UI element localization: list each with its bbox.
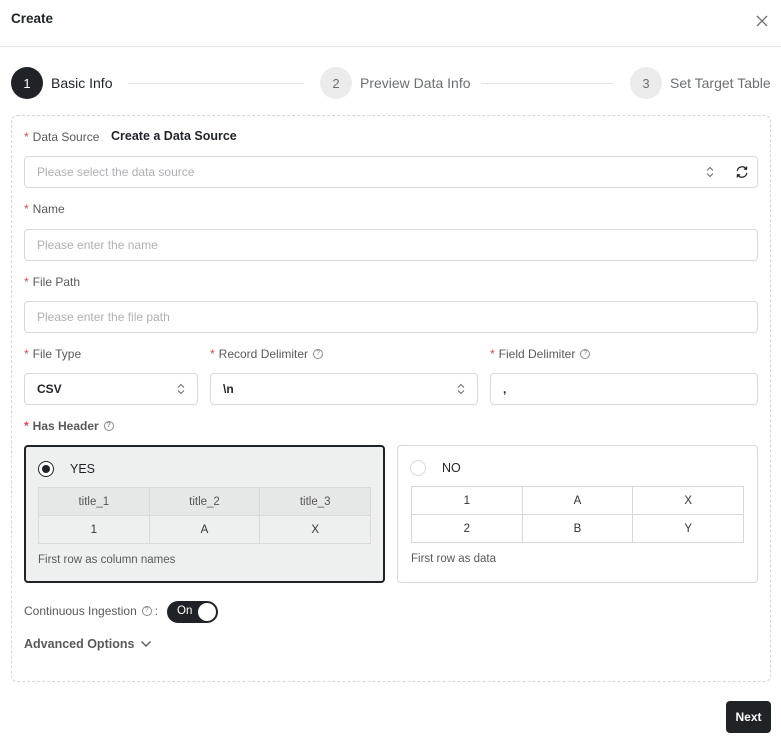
table-cell: X <box>632 486 744 515</box>
step-basic-info: 1 Basic Info <box>11 67 112 99</box>
table-header-row: title_1 title_2 title_3 <box>38 487 371 516</box>
create-data-source-link[interactable]: Create a Data Source <box>111 129 237 143</box>
option-label-yes: YES <box>70 462 96 476</box>
file-type-value: CSV <box>37 382 62 396</box>
radio-yes[interactable] <box>38 461 54 477</box>
step-label: Basic Info <box>51 75 113 91</box>
name-label-text: Name <box>32 202 65 216</box>
advanced-options-label: Advanced Options <box>24 637 135 651</box>
step-number: 2 <box>320 67 352 99</box>
record-delimiter-select[interactable]: \n <box>210 373 478 405</box>
step-preview-data-info: 2 Preview Data Info <box>320 67 471 99</box>
field-delimiter-label: * Field Delimiter ? <box>490 347 591 361</box>
refresh-data-source-button[interactable] <box>726 156 758 188</box>
table-row: 1 A X <box>411 486 744 515</box>
table-row: 2 B Y <box>411 514 744 543</box>
table-cell: 2 <box>411 514 523 543</box>
step-number: 1 <box>11 67 43 99</box>
file-path-placeholder: Please enter the file path <box>37 310 170 324</box>
step-connector <box>481 83 614 84</box>
name-input[interactable]: Please enter the name <box>24 229 758 261</box>
close-icon[interactable] <box>754 13 770 29</box>
toggle-text: On <box>177 605 193 617</box>
next-button[interactable]: Next <box>726 701 771 733</box>
required-marker: * <box>24 347 29 361</box>
table-cell: B <box>521 514 634 543</box>
file-path-label-text: File Path <box>32 275 81 289</box>
data-source-label-text: Data Source <box>32 130 100 144</box>
chevron-down-icon <box>141 641 152 647</box>
data-source-select[interactable]: Please select the data source <box>24 156 727 188</box>
table-cell: A <box>521 486 634 515</box>
up-down-caret-icon <box>706 166 714 178</box>
required-marker: * <box>24 419 29 433</box>
step-connector <box>128 83 304 84</box>
required-marker: * <box>490 347 495 361</box>
dialog-header: Create <box>0 0 781 47</box>
field-delimiter-value: , <box>503 382 507 396</box>
record-delimiter-label: * Record Delimiter ? <box>210 347 324 361</box>
data-source-placeholder: Please select the data source <box>37 165 195 179</box>
up-down-caret-icon <box>177 383 185 395</box>
has-header-label-text: Has Header <box>32 419 99 433</box>
step-label: Preview Data Info <box>360 75 471 91</box>
field-delimiter-input[interactable]: , <box>490 373 758 405</box>
option-label-no: NO <box>442 461 461 475</box>
table-row: 1 A X <box>38 515 371 544</box>
required-marker: * <box>24 130 29 144</box>
advanced-options-toggle[interactable]: Advanced Options <box>24 637 152 651</box>
table-cell: A <box>148 515 261 544</box>
file-type-select[interactable]: CSV <box>24 373 198 405</box>
continuous-ingestion-label: Continuous Ingestion ? : <box>24 604 158 618</box>
question-circle-icon[interactable]: ? <box>580 349 591 359</box>
question-circle-icon[interactable]: ? <box>313 349 324 359</box>
name-placeholder: Please enter the name <box>37 238 158 252</box>
step-number: 3 <box>630 67 662 99</box>
header-preview-table: title_1 title_2 title_3 1 A X <box>38 487 371 544</box>
refresh-icon <box>736 166 747 178</box>
has-header-label: * Has Header ? <box>24 419 114 433</box>
table-cell: title_3 <box>259 487 371 516</box>
file-type-label: * File Type <box>24 347 81 361</box>
has-header-no-option[interactable]: NO 1 A X 2 B Y First row as data <box>397 445 758 583</box>
step-label: Set Target Table <box>670 75 771 91</box>
radio-no[interactable] <box>410 460 426 476</box>
table-cell: X <box>259 515 371 544</box>
name-label: * Name <box>24 202 65 216</box>
stepper: 1 Basic Info 2 Preview Data Info 3 Set T… <box>11 67 771 99</box>
option-note-no: First row as data <box>411 553 496 565</box>
record-delimiter-label-text: Record Delimiter <box>218 347 309 361</box>
table-cell: title_2 <box>148 487 261 516</box>
table-cell: title_1 <box>38 487 150 516</box>
has-header-yes-option[interactable]: YES title_1 title_2 title_3 1 A X First … <box>24 445 385 583</box>
continuous-ingestion-label-text: Continuous Ingestion <box>24 604 137 618</box>
table-cell: 1 <box>38 515 150 544</box>
dialog-title: Create <box>11 11 54 26</box>
required-marker: * <box>24 202 29 216</box>
step-set-target-table: 3 Set Target Table <box>630 67 771 99</box>
table-cell: Y <box>632 514 744 543</box>
record-delimiter-value: \n <box>223 382 234 396</box>
toggle-knob <box>198 603 216 621</box>
file-path-input[interactable]: Please enter the file path <box>24 301 758 333</box>
question-circle-icon[interactable]: ? <box>103 421 114 431</box>
data-preview-table: 1 A X 2 B Y <box>411 486 744 543</box>
data-source-label: * Data Source <box>24 130 99 144</box>
question-circle-icon[interactable]: ? <box>141 606 152 616</box>
required-marker: * <box>210 347 215 361</box>
required-marker: * <box>24 275 29 289</box>
continuous-ingestion-toggle[interactable]: On <box>167 601 218 623</box>
label-colon: : <box>154 604 159 618</box>
file-type-label-text: File Type <box>32 347 82 361</box>
up-down-caret-icon <box>457 383 465 395</box>
file-path-label: * File Path <box>24 275 80 289</box>
option-note-yes: First row as column names <box>38 554 176 566</box>
field-delimiter-label-text: Field Delimiter <box>498 347 576 361</box>
table-cell: 1 <box>411 486 523 515</box>
